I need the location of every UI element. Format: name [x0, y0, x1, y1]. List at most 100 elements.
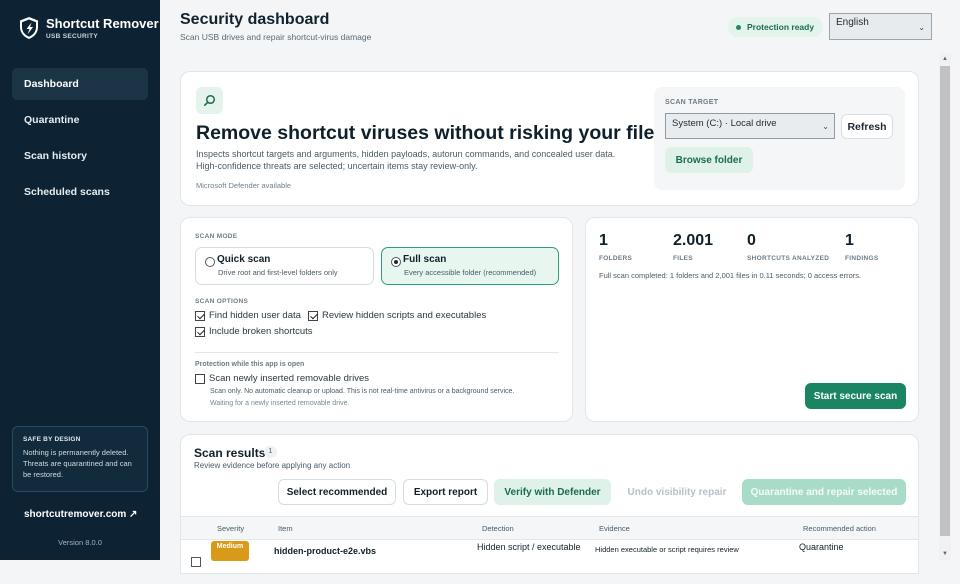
sidebar-item-scan-history[interactable]: Scan history	[12, 140, 148, 172]
results-table-header: Severity Item Detection Evidence Recomme…	[181, 516, 918, 540]
search-icon	[196, 87, 223, 114]
status-dot-icon	[736, 24, 741, 30]
sidebar-item-scheduled-scans[interactable]: Scheduled scans	[12, 176, 148, 208]
column-header-item: Item	[278, 524, 293, 533]
stat-shortcuts: 0 SHORTCUTS ANALYZED	[747, 232, 829, 262]
full-scan-description: Every accessible folder (recommended)	[404, 268, 537, 277]
scroll-up-arrow-icon[interactable]: ▲	[939, 53, 951, 65]
defender-note: Microsoft Defender available	[196, 181, 292, 190]
website-link[interactable]: shortcutremover.com ↗	[24, 509, 137, 520]
version-label: Version 8.0.0	[58, 538, 102, 547]
scan-stats-card: 1 FOLDERS 2.001 FILES 0 SHORTCUTS ANALYZ…	[585, 217, 919, 422]
safe-title: SAFE BY DESIGN	[23, 436, 81, 443]
quick-scan-title: Quick scan	[217, 254, 271, 265]
sidebar-item-quarantine[interactable]: Quarantine	[12, 104, 148, 136]
scan-target-value: System (C:) · Local drive	[672, 118, 777, 129]
scrollbar[interactable]: ▲ ▼	[939, 53, 951, 560]
option-label: Find hidden user data	[209, 310, 301, 321]
waiting-note: Waiting for a newly inserted removable d…	[210, 400, 350, 407]
stat-value: 1	[845, 232, 854, 249]
checkbox-include-broken[interactable]	[195, 326, 205, 337]
hero-card: Remove shortcut viruses without risking …	[180, 71, 919, 206]
quick-scan-description: Drive root and first-level folders only	[218, 268, 338, 277]
chevron-down-icon: ⌄	[822, 122, 829, 131]
sidebar-item-dashboard[interactable]: Dashboard	[12, 68, 148, 100]
hero-title: Remove shortcut viruses without risking …	[196, 122, 666, 144]
detection-type: Hidden script / executable	[477, 542, 581, 552]
option-label: Include broken shortcuts	[209, 326, 313, 337]
option-find-hidden-data[interactable]: Find hidden user data	[195, 310, 301, 321]
checkbox-find-hidden-data[interactable]	[195, 310, 205, 321]
undo-visibility-repair-button[interactable]: Undo visibility repair	[618, 479, 736, 505]
evidence-text: Hidden executable or script requires rev…	[595, 545, 739, 554]
browse-folder-button[interactable]: Browse folder	[665, 147, 753, 173]
option-label: Scan newly inserted removable drives	[209, 373, 369, 384]
option-label: Review hidden scripts and executables	[322, 310, 487, 321]
scan-summary: Full scan completed: 1 folders and 2,001…	[599, 271, 862, 280]
option-include-broken[interactable]: Include broken shortcuts	[195, 326, 313, 337]
safe-by-design-box: SAFE BY DESIGN Nothing is permanently de…	[12, 426, 148, 492]
column-header-action: Recommended action	[803, 524, 876, 533]
export-report-button[interactable]: Export report	[403, 479, 488, 505]
scroll-down-arrow-icon[interactable]: ▼	[939, 548, 951, 560]
refresh-button[interactable]: Refresh	[841, 114, 893, 139]
scan-options-label: SCAN OPTIONS	[195, 298, 249, 305]
status-badge: Protection ready	[728, 17, 824, 37]
option-scan-removable[interactable]: Scan newly inserted removable drives	[195, 373, 369, 384]
start-secure-scan-button[interactable]: Start secure scan	[805, 383, 906, 409]
item-name: hidden-product-e2e.vbs	[274, 546, 377, 556]
stat-value: 1	[599, 232, 608, 249]
table-row[interactable]: Medium hidden-product-e2e.vbs Hidden scr…	[181, 540, 918, 574]
stat-label: FOLDERS	[599, 255, 633, 262]
results-title: Scan results	[194, 446, 266, 460]
hero-description: Inspects shortcut targets and arguments,…	[196, 149, 616, 171]
full-scan-title: Full scan	[403, 254, 447, 265]
severity-badge: Medium	[211, 541, 249, 561]
quarantine-repair-button[interactable]: Quarantine and repair selected	[742, 479, 906, 505]
quick-scan-radio[interactable]	[205, 257, 215, 267]
scroll-thumb[interactable]	[940, 66, 950, 536]
stat-findings: 1 FINDINGS	[845, 232, 878, 262]
sidebar: Shortcut Remover USB SECURITY Dashboard …	[0, 0, 160, 560]
checkbox-review-hidden-scripts[interactable]	[308, 310, 318, 321]
results-count-badge: 1	[264, 446, 277, 458]
recommended-action: Quarantine	[799, 542, 844, 552]
divider	[195, 352, 559, 353]
status-text: Protection ready	[747, 22, 815, 32]
quick-scan-option[interactable]: Quick scan Drive root and first-level fo…	[195, 247, 374, 285]
brand-title: Shortcut Remover	[46, 15, 159, 31]
page-title: Security dashboard	[180, 11, 330, 28]
stat-label: FINDINGS	[845, 255, 879, 262]
stat-files: 2.001 FILES	[673, 232, 713, 262]
stat-folders: 1 FOLDERS	[599, 232, 632, 262]
verify-defender-button[interactable]: Verify with Defender	[494, 479, 611, 505]
column-header-severity: Severity	[217, 524, 245, 533]
column-header-evidence: Evidence	[599, 524, 630, 533]
full-scan-option[interactable]: Full scan Every accessible folder (recom…	[381, 247, 559, 285]
safe-text: Nothing is permanently deleted. Threats …	[23, 448, 132, 479]
option-review-hidden-scripts[interactable]: Review hidden scripts and executables	[308, 310, 486, 321]
language-select[interactable]: English ⌄	[829, 13, 932, 40]
scan-target-label: SCAN TARGET	[665, 99, 719, 106]
page-subtitle: Scan USB drives and repair shortcut-viru…	[180, 32, 372, 42]
stat-value: 2.001	[673, 232, 714, 249]
select-recommended-button[interactable]: Select recommended	[278, 479, 396, 505]
brand: Shortcut Remover USB SECURITY	[18, 16, 159, 40]
full-scan-radio[interactable]	[391, 257, 401, 267]
scan-target-select[interactable]: System (C:) · Local drive ⌄	[665, 113, 835, 139]
sidebar-nav: Dashboard Quarantine Scan history Schedu…	[12, 68, 148, 212]
stat-value: 0	[747, 232, 756, 249]
scan-mode-label: SCAN MODE	[195, 233, 238, 240]
row-checkbox[interactable]	[191, 557, 201, 567]
column-header-detection: Detection	[482, 524, 514, 533]
scan-results-card: Scan results 1 Review evidence before ap…	[180, 434, 919, 574]
stat-label: FILES	[673, 255, 693, 262]
shield-icon	[20, 17, 38, 39]
checkbox-scan-removable[interactable]	[195, 373, 205, 384]
scan-target-panel: SCAN TARGET System (C:) · Local drive ⌄ …	[654, 87, 905, 190]
stat-label: SHORTCUTS ANALYZED	[747, 255, 830, 262]
protection-label: Protection while this app is open	[195, 361, 305, 368]
language-value: English	[836, 17, 869, 28]
protection-note: Scan only. No automatic cleanup or uploa…	[210, 388, 515, 395]
scan-mode-card: SCAN MODE Quick scan Drive root and firs…	[180, 217, 573, 422]
